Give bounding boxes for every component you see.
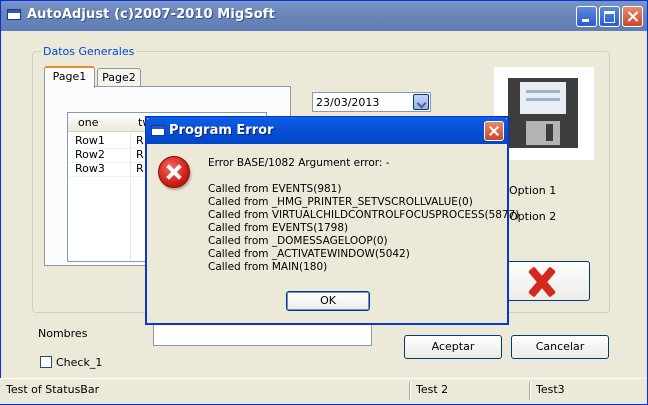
grid-cell: Row3 [75,162,105,175]
minimize-button[interactable] [576,6,597,27]
date-picker[interactable]: 23/03/2013 [312,92,431,112]
tab-page1[interactable]: Page1 [44,66,95,88]
check-1-checkbox[interactable] [40,356,52,368]
date-value: 23/03/2013 [316,96,380,109]
close-button[interactable] [622,6,643,27]
nombres-input[interactable] [153,323,372,346]
status-bar: Test of StatusBar Test 2 Test3 [0,378,646,404]
dialog-title: Program Error [169,123,274,138]
grid-cell: Row2 [75,148,105,161]
grid-cell: R [136,134,144,147]
main-titlebar[interactable]: AutoAdjust (c)2007-2010 MigSoft [1,1,647,31]
dialog-titlebar[interactable]: Program Error [146,117,508,144]
stack-line: Called from _DOMESSAGELOOP(0) [208,235,388,247]
grid-cell: R [136,148,144,161]
stack-line: Called from _ACTIVATEWINDOW(5042) [208,248,410,260]
window-icon [7,9,21,20]
stack-line: Called from EVENTS(1798) [208,222,349,234]
status-divider [529,382,531,400]
ok-button[interactable]: OK [286,291,370,311]
error-message: Error BASE/1082 Argument error: - [208,157,390,169]
grid-column-header[interactable]: one [78,116,98,129]
cancel-image-button[interactable] [504,261,590,301]
cancelar-button[interactable]: Cancelar [511,335,609,359]
group-label: Datos Generales [41,45,137,58]
status-text: Test of StatusBar [6,383,100,396]
error-circle-icon [158,156,190,188]
floppy-label [520,82,566,114]
status-text: Test3 [536,383,565,396]
aceptar-button[interactable]: Aceptar [404,335,502,359]
window-title: AutoAdjust (c)2007-2010 MigSoft [27,7,275,22]
stack-line: Called from MAIN(180) [208,261,328,273]
error-dialog: Program Error Error BASE/1082 Argument e… [145,116,519,325]
red-x-icon [526,267,558,295]
chevron-down-icon[interactable] [413,94,429,110]
stack-line: Called from EVENTS(981) [208,183,342,195]
status-text: Test 2 [416,383,449,396]
stack-line: Called from _HMG_PRINTER_SETVSCROLLVALUE… [208,196,473,208]
floppy-shutter [526,121,560,145]
nombres-label: Nombres [38,327,88,340]
status-divider [409,382,411,400]
dialog-close-button[interactable] [484,121,504,141]
save-image-button[interactable] [494,67,594,160]
tab-page2[interactable]: Page2 [97,68,141,87]
grid-cell: R [136,162,144,175]
grid-cell: Row1 [75,134,105,147]
window-icon [151,125,165,136]
option-1[interactable]: Option 1 [509,184,556,197]
maximize-button[interactable] [599,6,620,27]
check-1-label[interactable]: Check_1 [56,356,102,369]
stack-line: Called from VIRTUALCHILDCONTROLFOCUSPROC… [208,209,520,221]
